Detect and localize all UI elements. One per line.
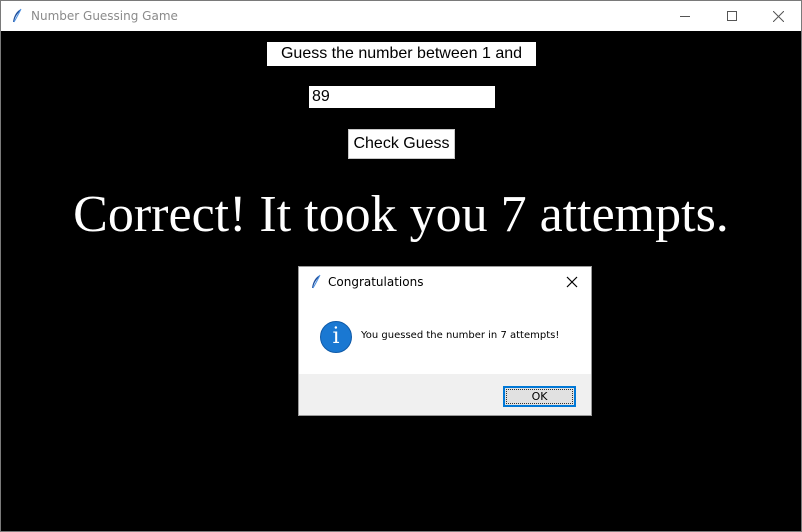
congratulations-dialog: Congratulations i You guessed the number…: [298, 266, 592, 416]
guess-input[interactable]: [309, 86, 495, 108]
close-icon[interactable]: [565, 275, 579, 289]
info-icon: i: [320, 321, 352, 353]
feather-icon: [13, 8, 22, 23]
check-guess-button[interactable]: Check Guess: [348, 129, 455, 159]
window-title: Number Guessing Game: [31, 9, 178, 23]
minimize-button[interactable]: [662, 1, 708, 31]
dialog-footer: OK: [299, 374, 591, 415]
dialog-title: Congratulations: [328, 275, 424, 289]
ok-button[interactable]: OK: [503, 386, 576, 407]
title-bar[interactable]: Number Guessing Game: [1, 1, 801, 31]
dialog-message: You guessed the number in 7 attempts!: [361, 330, 560, 341]
focus-ring: [506, 389, 573, 404]
close-button[interactable]: [755, 1, 801, 31]
prompt-label: Guess the number between 1 and 100: [267, 42, 536, 86]
maximize-button[interactable]: [709, 1, 755, 31]
close-icon: [772, 10, 784, 22]
minimize-icon: [680, 16, 690, 17]
result-message: Correct! It took you 7 attempts.: [73, 186, 729, 243]
dialog-title-bar[interactable]: Congratulations: [299, 267, 591, 297]
maximize-icon: [727, 11, 737, 21]
feather-icon: [312, 274, 321, 289]
